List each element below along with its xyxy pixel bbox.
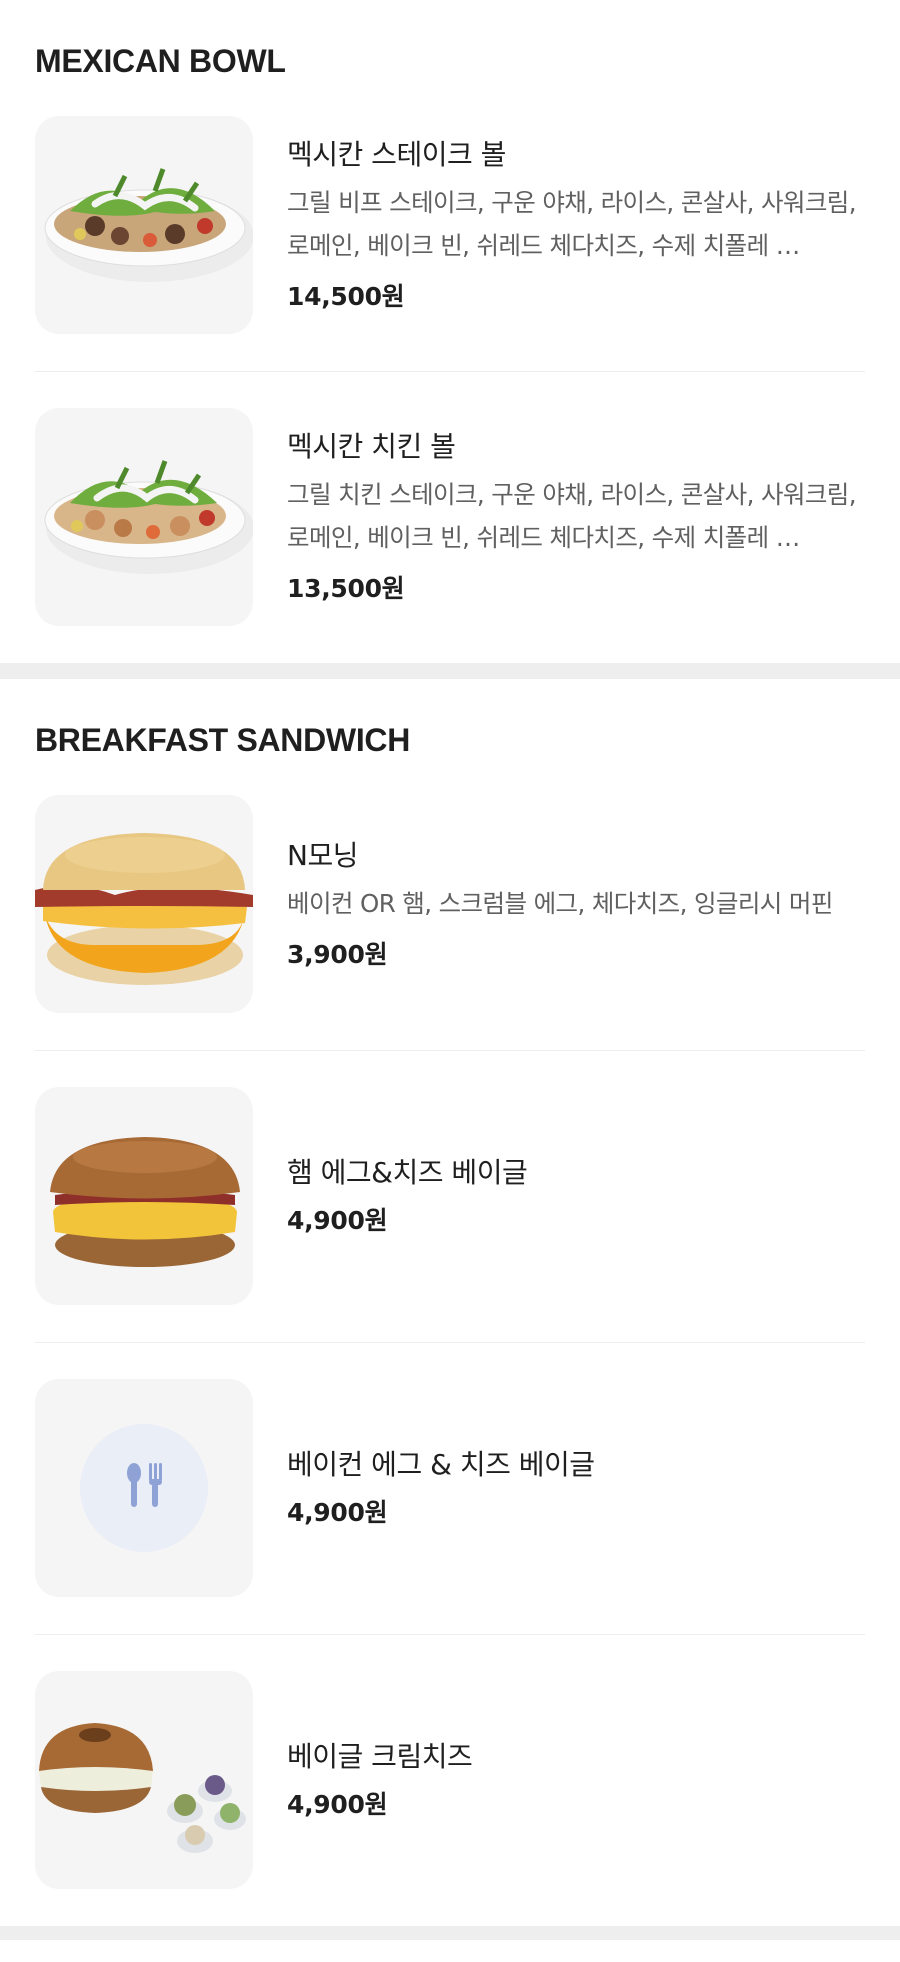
menu-item-image-placeholder: [35, 1379, 253, 1597]
menu-item-price: 4,900원: [287, 1206, 388, 1235]
section-divider: [0, 1926, 900, 1940]
menu-item-image: [35, 408, 253, 626]
menu-item-image: [35, 1087, 253, 1305]
menu-item-description: 그릴 치킨 스테이크, 구운 야채, 라이스, 콘살사, 사워크림, 로메인, …: [287, 480, 857, 552]
menu-item-name: 베이글 크림치즈: [287, 1740, 473, 1773]
menu-item-description: 그릴 비프 스테이크, 구운 야채, 라이스, 콘살사, 사워크림, 로메인, …: [287, 188, 857, 260]
menu-item-info: 베이글 크림치즈 4,900원: [287, 1671, 865, 1889]
section-title: BREAKFAST SANDWICH: [35, 722, 411, 758]
menu-item[interactable]: 베이컨 에그 & 치즈 베이글 4,900원: [35, 1343, 865, 1635]
section-title: MEXICAN BOWL: [35, 43, 286, 79]
menu-item-image: [35, 116, 253, 334]
menu-item-info: 멕시칸 스테이크 볼 그릴 비프 스테이크, 구운 야채, 라이스, 콘살사, …: [287, 116, 865, 334]
menu-item-info: 햄 에그&치즈 베이글 4,900원: [287, 1087, 865, 1305]
menu-item-info: 베이컨 에그 & 치즈 베이글 4,900원: [287, 1379, 865, 1597]
menu-item[interactable]: 멕시칸 치킨 볼 그릴 치킨 스테이크, 구운 야채, 라이스, 콘살사, 사워…: [35, 372, 865, 663]
menu-item-name: 멕시칸 치킨 볼: [287, 430, 456, 463]
menu-item-description: 베이컨 OR 햄, 스크럼블 에그, 체다치즈, 잉글리시 머핀: [287, 888, 833, 918]
menu-item[interactable]: 멕시칸 스테이크 볼 그릴 비프 스테이크, 구운 야채, 라이스, 콘살사, …: [35, 80, 865, 372]
menu-item-price: 4,900원: [287, 1790, 388, 1819]
menu-item-info: 멕시칸 치킨 볼 그릴 치킨 스테이크, 구운 야채, 라이스, 콘살사, 사워…: [287, 408, 865, 626]
menu-item-name: 햄 에그&치즈 베이글: [287, 1156, 528, 1189]
menu-item-name: 베이컨 에그 & 치즈 베이글: [287, 1448, 595, 1481]
menu-item-image: [35, 795, 253, 1013]
menu-item-price: 14,500원: [287, 282, 405, 311]
menu-item[interactable]: N모닝 베이컨 OR 햄, 스크럼블 에그, 체다치즈, 잉글리시 머핀 3,9…: [35, 759, 865, 1051]
menu-item-info: N모닝 베이컨 OR 햄, 스크럼블 에그, 체다치즈, 잉글리시 머핀 3,9…: [287, 795, 865, 1013]
section-divider: [0, 663, 900, 679]
menu-item[interactable]: 베이글 크림치즈 4,900원: [35, 1635, 865, 1926]
menu-item-name: N모닝: [287, 838, 358, 872]
utensils-icon: [80, 1424, 208, 1552]
menu-item-price: 3,900원: [287, 939, 388, 969]
menu-item-price: 13,500원: [287, 574, 405, 603]
menu-item[interactable]: 햄 에그&치즈 베이글 4,900원: [35, 1051, 865, 1343]
menu-item-image: [35, 1671, 253, 1889]
menu-item-name: 멕시칸 스테이크 볼: [287, 138, 506, 171]
section-breakfast-sandwich: BREAKFAST SANDWICH N모닝 베이컨 OR 햄, 스크럼블 에그…: [0, 679, 900, 1926]
section-mexican-bowl: MEXICAN BOWL 멕시칸 스테이크 볼 그릴 비프 스테이크, 구운 야…: [0, 0, 900, 663]
menu-item-price: 4,900원: [287, 1498, 388, 1527]
